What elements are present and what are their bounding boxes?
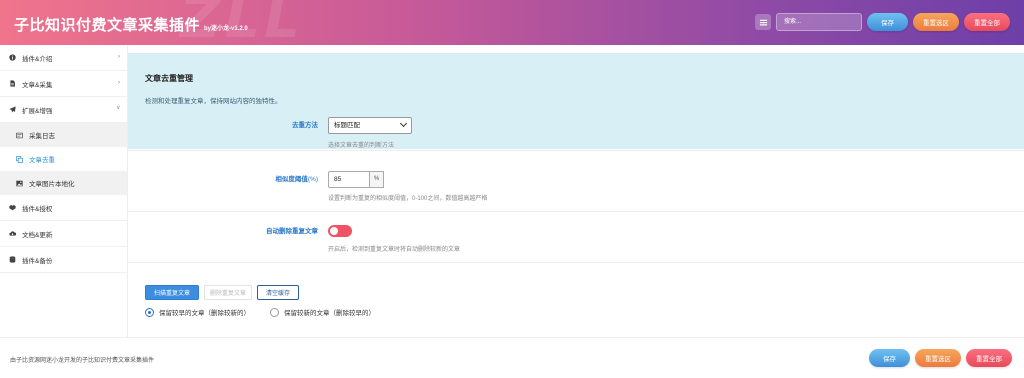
threshold-input[interactable]: 85 % [328,171,384,188]
sidebar-subitem-image-local[interactable]: 文章图片本地化 [0,171,127,195]
threshold-label-unit: (%) [307,176,318,183]
method-select[interactable]: 标题匹配 [328,117,412,134]
reset-section-button[interactable]: 重置选区 [913,13,959,31]
cloud-download-icon [9,230,16,237]
header-tools: 搜索... 保存 重置选区 重置全部 [755,13,1010,31]
header-bar: ZLL 子比知识付费文章采集插件 by迷小龙-v1.2.0 搜索... 保存 重… [0,0,1024,45]
form-row-threshold: 相似度阈值(%) 85 % 设置判断为重复的相似度阈值，0-100之间，数值越高… [128,159,1024,212]
threshold-label: 相似度阈值(%) [275,173,318,183]
threshold-value[interactable]: 85 [328,171,370,188]
sidebar-item-label: 插件&介绍 [22,55,53,63]
sidebar-item-license[interactable]: 插件&授权 [0,195,127,221]
radio-dot[interactable] [270,307,279,317]
method-select-value: 标题匹配 [334,122,360,129]
footer-save-button[interactable]: 保存 [869,349,910,367]
sidebar-item-label: 文章图片本地化 [29,181,75,188]
sidebar-item-collect[interactable]: 文章&采集 › [0,71,127,97]
radio-dot[interactable] [145,307,154,317]
toggle-knob [330,227,338,235]
chevron-right-icon: › [118,54,120,60]
document-icon [9,80,16,87]
copy-icon [16,155,23,163]
sidebar-item-label: 扩展&增强 [22,107,53,115]
auto-delete-label: 自动删除重复文章 [266,228,318,235]
search-input[interactable]: 搜索... [776,13,862,31]
delete-duplicates-button: 删除重复文章 [204,285,252,300]
section-title: 文章去重管理 [145,74,193,83]
threshold-unit: % [370,171,384,188]
dedup-actions: 扫描重复文章 删除重复文章 清空缓存 [145,285,299,300]
app-title: 子比知识付费文章采集插件 [14,16,201,34]
radio-keep-new[interactable]: 保留较新的文章（删除较早的） [270,307,375,317]
clear-cache-button[interactable]: 清空缓存 [257,285,299,300]
footer-text: 由子比资源网迷小龙开发的子比知识付费文章采集插件 [10,358,155,364]
radio-keep-new-label: 保留较新的文章（删除较早的） [284,310,375,317]
list-icon[interactable] [755,14,771,30]
sidebar-item-docs[interactable]: 文档&更新 [0,221,127,247]
sidebar-item-label: 文档&更新 [22,231,53,239]
sidebar-item-label: 插件&授权 [22,205,53,213]
sidebar-subitem-log[interactable]: 采集日志 [0,123,127,147]
footer-reset-section-button[interactable]: 重置选区 [915,349,961,367]
sidebar-item-label: 文章去重 [29,157,55,164]
chevron-down-icon [399,119,408,128]
form-row-auto-delete: 自动删除重复文章 开启后，检测到重复文章时将自动删除较新的文章 [128,213,1024,263]
threshold-label-text: 相似度阈值 [275,176,308,183]
reset-all-button[interactable]: 重置全部 [964,13,1010,31]
sidebar-item-backup[interactable]: 插件&备份 [0,247,127,273]
brand: 子比知识付费文章采集插件 by迷小龙-v1.2.0 [14,14,248,35]
sidebar: 插件&介绍 › 文章&采集 › 扩展&增强 ˅ 采集日志 文章去重 文章图片本地… [0,45,128,337]
paper-plane-icon [9,106,16,113]
chevron-right-icon: › [118,80,120,86]
handshake-icon [9,204,16,211]
app-version: by迷小龙-v1.2.0 [204,26,248,32]
sidebar-subitem-dedup[interactable]: 文章去重 [0,147,127,171]
form-row-method: 去重方法 标题匹配 选择文章去重的判断方法 [128,105,1024,151]
log-icon [16,132,23,139]
footer-buttons: 保存 重置选区 重置全部 [869,349,1012,367]
chevron-down-icon: ˅ [116,106,120,112]
sidebar-item-intro[interactable]: 插件&介绍 › [0,45,127,71]
scan-duplicates-button[interactable]: 扫描重复文章 [145,285,199,300]
main-content: 文章去重管理 检测和处理重复文章，保持网站内容的独特性。 去重方法 标题匹配 选… [128,45,1024,337]
image-icon [16,180,23,187]
radio-keep-old-label: 保留较早的文章（删除较新的） [159,310,250,317]
method-hint: 选择文章去重的判断方法 [328,143,395,149]
threshold-hint: 设置判断为重复的相似度阈值，0-100之间，数值越高越严格 [328,196,488,202]
save-button[interactable]: 保存 [867,13,908,31]
auto-delete-toggle[interactable] [328,225,352,237]
database-icon [9,256,16,263]
auto-delete-hint: 开启后，检测到重复文章时将自动删除较新的文章 [328,247,461,253]
sidebar-item-label: 文章&采集 [22,81,53,89]
radio-keep-old[interactable]: 保留较早的文章（删除较新的） [145,307,250,317]
method-label: 去重方法 [292,122,318,129]
sidebar-item-extend[interactable]: 扩展&增强 ˅ [0,97,127,123]
footer-reset-all-button[interactable]: 重置全部 [966,349,1012,367]
keep-policy-radios: 保留较早的文章（删除较新的） 保留较新的文章（删除较早的） [145,307,375,317]
sidebar-item-label: 采集日志 [29,133,55,140]
info-icon [9,54,16,61]
footer: 由子比资源网迷小龙开发的子比知识付费文章采集插件 保存 重置选区 重置全部 [0,337,1024,378]
sidebar-item-label: 插件&备份 [22,257,53,265]
section-description: 检测和处理重复文章，保持网站内容的独特性。 [145,98,282,105]
